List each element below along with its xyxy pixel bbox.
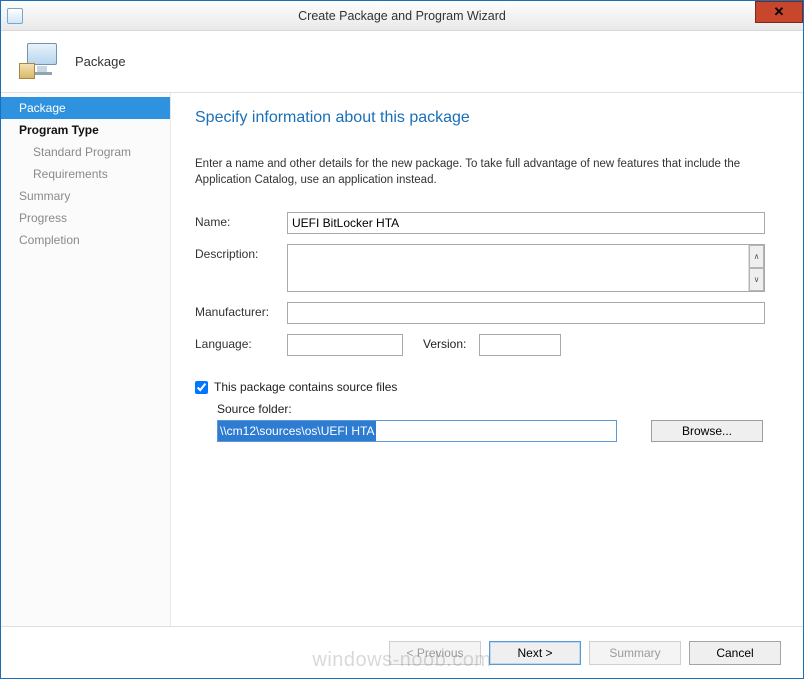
browse-button[interactable]: Browse...	[651, 420, 763, 442]
contains-source-checkbox[interactable]	[195, 381, 208, 394]
label-manufacturer: Manufacturer:	[195, 302, 287, 319]
next-button[interactable]: Next >	[489, 641, 581, 665]
row-name: Name:	[195, 212, 779, 234]
language-input[interactable]	[287, 334, 403, 356]
manufacturer-input[interactable]	[287, 302, 765, 324]
wizard-steps: Package Program Type Standard Program Re…	[1, 93, 171, 626]
source-folder-input[interactable]: \\cm12\sources\os\UEFI HTA	[217, 420, 617, 442]
version-input[interactable]	[479, 334, 561, 356]
header-label: Package	[75, 54, 126, 69]
scroll-down-icon[interactable]: ∨	[749, 268, 764, 291]
row-description: Description: ∧ ∨	[195, 244, 779, 292]
label-description: Description:	[195, 244, 287, 261]
row-manufacturer: Manufacturer:	[195, 302, 779, 324]
step-progress: Progress	[1, 207, 170, 229]
label-contains-source: This package contains source files	[214, 380, 397, 394]
label-source-folder: Source folder:	[217, 402, 779, 416]
source-folder-block: Source folder: \\cm12\sources\os\UEFI HT…	[195, 402, 779, 442]
titlebar: Create Package and Program Wizard ✕	[1, 1, 803, 31]
description-wrap: ∧ ∨	[287, 244, 765, 292]
previous-button: < Previous	[389, 641, 481, 665]
step-completion: Completion	[1, 229, 170, 251]
step-package[interactable]: Package	[1, 97, 170, 119]
step-requirements: Requirements	[1, 163, 170, 185]
step-summary: Summary	[1, 185, 170, 207]
description-scroll[interactable]: ∧ ∨	[748, 245, 764, 291]
row-language-version: Language: Version:	[195, 334, 779, 356]
row-contains-source: This package contains source files	[195, 380, 779, 394]
name-input[interactable]	[287, 212, 765, 234]
page-heading: Specify information about this package	[195, 109, 779, 127]
label-language: Language:	[195, 334, 287, 351]
wizard-header: Package	[1, 31, 803, 93]
row-source-folder: \\cm12\sources\os\UEFI HTA Browse...	[217, 420, 779, 442]
step-program-type[interactable]: Program Type	[1, 119, 170, 141]
description-input[interactable]	[288, 245, 748, 291]
wizard-body: Package Program Type Standard Program Re…	[1, 93, 803, 626]
window-title: Create Package and Program Wizard	[1, 9, 803, 23]
close-button[interactable]: ✕	[755, 1, 803, 23]
label-name: Name:	[195, 212, 287, 229]
intro-text: Enter a name and other details for the n…	[195, 157, 779, 188]
cancel-button[interactable]: Cancel	[689, 641, 781, 665]
label-version: Version:	[423, 334, 479, 351]
package-icon	[19, 41, 61, 83]
close-icon: ✕	[774, 4, 785, 20]
step-standard-program: Standard Program	[1, 141, 170, 163]
wizard-window: Create Package and Program Wizard ✕ Pack…	[0, 0, 804, 679]
content-pane: Specify information about this package E…	[171, 93, 803, 626]
scroll-up-icon[interactable]: ∧	[749, 245, 764, 268]
wizard-footer: < Previous Next > Summary Cancel windows…	[1, 626, 803, 678]
summary-button: Summary	[589, 641, 681, 665]
source-folder-value: \\cm12\sources\os\UEFI HTA	[218, 421, 376, 441]
